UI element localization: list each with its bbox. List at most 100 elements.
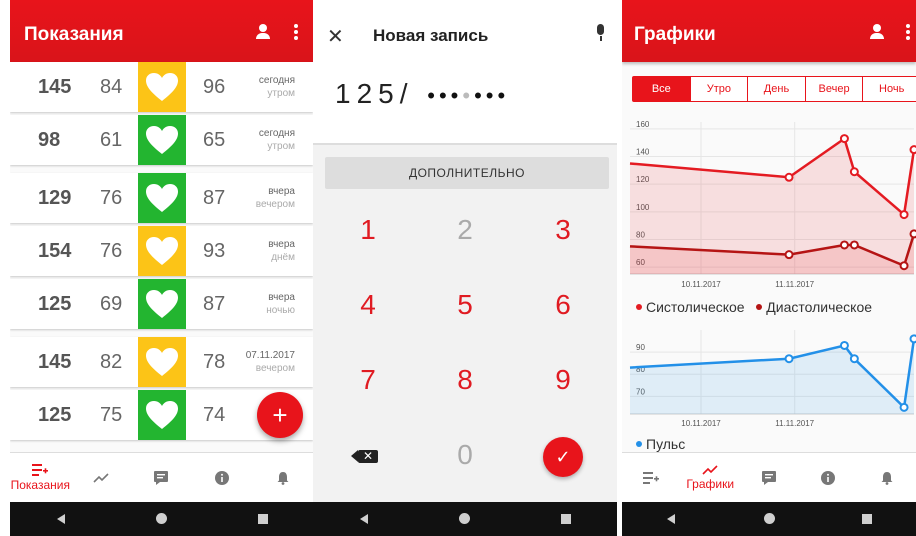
confirm-button[interactable]: ✓ bbox=[543, 437, 583, 477]
microphone-icon[interactable] bbox=[595, 24, 605, 42]
systolic-value: 125 bbox=[38, 404, 72, 426]
reading-input-display[interactable]: 125/ ••••••• bbox=[335, 78, 607, 128]
pressure-chart: 608010012014016010.11.2017 11.11.2017 bbox=[629, 120, 916, 289]
reading-period: днём bbox=[271, 252, 295, 263]
data-point bbox=[849, 167, 859, 177]
pulse-value: 74 bbox=[203, 404, 226, 426]
pulse-value: 87 bbox=[203, 187, 226, 209]
key-4[interactable]: 4 bbox=[338, 285, 398, 325]
trend-icon bbox=[93, 472, 109, 483]
tab-charts[interactable]: Графики bbox=[681, 453, 740, 502]
data-point bbox=[909, 334, 916, 344]
tab-notes[interactable] bbox=[131, 453, 192, 502]
recents-button[interactable] bbox=[847, 512, 887, 527]
data-point bbox=[899, 402, 909, 412]
backspace-key[interactable]: ✕ bbox=[338, 435, 398, 475]
reading-row[interactable]: 154 76 93 вчера днём bbox=[10, 226, 313, 276]
key-3[interactable]: 3 bbox=[533, 210, 593, 250]
legend-dia-marker bbox=[756, 304, 763, 311]
status-badge bbox=[138, 173, 186, 223]
period-tab[interactable]: Вечер bbox=[806, 77, 864, 101]
tab-readings[interactable] bbox=[622, 453, 681, 502]
key-7[interactable]: 7 bbox=[338, 360, 398, 400]
heart-icon bbox=[146, 126, 178, 154]
more-options-button[interactable]: ДОПОЛНИТЕЛЬНО bbox=[325, 157, 609, 189]
systolic-value: 98 bbox=[38, 129, 61, 151]
legend-pulse-marker bbox=[636, 441, 642, 448]
reading-row[interactable]: 98 61 65 сегодня утром bbox=[10, 115, 313, 165]
profile-icon[interactable] bbox=[256, 24, 270, 40]
reading-row[interactable]: 125 69 87 вчера ночью bbox=[10, 279, 313, 329]
pulse-chart: 70809010.11.2017 11.11.2017 bbox=[629, 330, 916, 428]
reading-time: сегодня утром bbox=[259, 127, 295, 153]
key-6[interactable]: 6 bbox=[533, 285, 593, 325]
tab-reminders[interactable] bbox=[252, 453, 313, 502]
reading-row[interactable]: 145 82 78 07.11.2017 вечером bbox=[10, 337, 313, 387]
page-title: Новая запись bbox=[373, 26, 489, 45]
list-add-icon bbox=[643, 471, 660, 484]
tab-info[interactable] bbox=[798, 453, 857, 502]
home-button[interactable] bbox=[749, 512, 789, 527]
x-tick-label: 10.11.2017 bbox=[681, 419, 721, 428]
period-filter: Все Утро День Вечер Ночь bbox=[632, 76, 916, 102]
data-point bbox=[909, 229, 916, 239]
reading-period: утром bbox=[267, 141, 295, 152]
key-8[interactable]: 8 bbox=[435, 360, 495, 400]
data-point bbox=[849, 240, 859, 250]
page-title: Показания bbox=[24, 24, 124, 45]
reading-time: вчера днём bbox=[268, 238, 295, 264]
data-point bbox=[909, 145, 916, 155]
y-tick-label: 90 bbox=[636, 343, 645, 352]
charts-screen: Графики Все Утро День Вечер Ночь 60 80 100 120 1… bbox=[622, 0, 916, 536]
reading-row[interactable]: 129 76 87 вчера вечером bbox=[10, 173, 313, 223]
bell-icon bbox=[881, 471, 893, 485]
key-2[interactable]: 2 bbox=[435, 210, 495, 250]
key-1[interactable]: 1 bbox=[338, 210, 398, 250]
tab-reminders[interactable] bbox=[857, 453, 916, 502]
back-button[interactable] bbox=[41, 512, 81, 527]
close-icon[interactable]: ✕ bbox=[327, 24, 344, 49]
bell-icon bbox=[277, 471, 289, 485]
add-reading-button[interactable]: + bbox=[257, 392, 303, 438]
heart-icon bbox=[146, 290, 178, 318]
bottom-navigation: Показания bbox=[10, 452, 313, 502]
key-5[interactable]: 5 bbox=[435, 285, 495, 325]
systolic-value: 145 bbox=[38, 351, 72, 373]
more-menu-icon[interactable] bbox=[906, 24, 910, 40]
diastolic-value: 61 bbox=[100, 129, 123, 151]
diastolic-value: 69 bbox=[100, 293, 123, 315]
status-badge bbox=[138, 62, 186, 112]
tab-charts[interactable] bbox=[71, 453, 132, 502]
pulse-value: 65 bbox=[203, 129, 226, 151]
more-menu-icon[interactable] bbox=[294, 24, 298, 40]
tab-notes[interactable] bbox=[740, 453, 799, 502]
pulse-value: 78 bbox=[203, 351, 226, 373]
status-badge bbox=[138, 337, 186, 387]
reading-row[interactable]: 145 84 96 сегодня утром bbox=[10, 62, 313, 112]
heart-icon bbox=[146, 401, 178, 429]
reading-time: вчера ночью bbox=[266, 291, 295, 317]
key-0[interactable]: 0 bbox=[435, 435, 495, 475]
back-button[interactable] bbox=[344, 512, 384, 527]
pulse-value: 96 bbox=[203, 76, 226, 98]
entry-toolbar: ✕ Новая запись bbox=[313, 0, 617, 70]
reading-period: вечером bbox=[255, 363, 295, 374]
recents-button[interactable] bbox=[243, 512, 283, 527]
period-tab[interactable]: Ночь bbox=[863, 77, 916, 101]
period-tab[interactable]: Утро bbox=[691, 77, 749, 101]
period-tab[interactable]: День bbox=[748, 77, 806, 101]
data-point bbox=[849, 354, 859, 364]
profile-icon[interactable] bbox=[870, 24, 884, 40]
data-point bbox=[839, 240, 849, 250]
home-button[interactable] bbox=[142, 512, 182, 527]
recents-button[interactable] bbox=[546, 512, 586, 527]
back-button[interactable] bbox=[651, 512, 691, 527]
home-button[interactable] bbox=[445, 512, 485, 527]
tab-readings[interactable]: Показания bbox=[10, 453, 71, 502]
heart-icon bbox=[146, 184, 178, 212]
tab-info[interactable] bbox=[192, 453, 253, 502]
key-9[interactable]: 9 bbox=[533, 360, 593, 400]
y-tick-label: 160 bbox=[636, 120, 650, 129]
period-tab[interactable]: Все bbox=[633, 77, 691, 101]
data-point bbox=[899, 261, 909, 271]
